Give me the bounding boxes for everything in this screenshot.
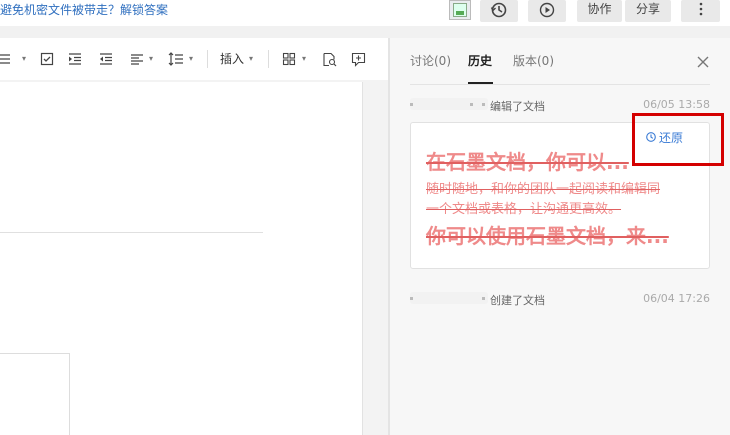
tabs-underline-rule [410, 84, 710, 85]
share-button[interactable]: 分享 [625, 0, 671, 22]
grid-icon [282, 52, 296, 66]
table-button[interactable]: ▾ [282, 50, 310, 68]
line-height-icon [168, 52, 183, 66]
entry-time: 06/04 17:26 [643, 292, 710, 305]
deleted-line: 随时随地，和你的团队一起阅读和编辑同 [426, 182, 661, 197]
history-button[interactable] [480, 0, 518, 22]
history-panel: 讨论(0) 历史 版本(0) 编辑了文档 06/05 13:58 还原 在石墨文… [390, 38, 730, 435]
top-bar: 如何避免机密文件被带走？解锁答案 协作 分享 [0, 0, 730, 26]
line-height-button[interactable]: ▾ [168, 50, 198, 68]
align-button[interactable]: ▾ [130, 50, 158, 68]
header-gap [0, 26, 730, 38]
deleted-line: 一个文档或表格，让沟通更高效。 [426, 202, 622, 217]
image-icon[interactable] [449, 0, 471, 20]
entry-action: 编辑了文档 [490, 100, 545, 113]
outdent-button[interactable] [99, 50, 115, 68]
panel-tabs: 讨论(0) 历史 版本(0) [390, 38, 730, 84]
entry-action: 创建了文档 [490, 294, 545, 307]
comment-icon [351, 52, 366, 67]
close-icon[interactable] [695, 54, 711, 70]
toolbar-divider [268, 50, 269, 68]
list-icon [0, 54, 10, 64]
promo-link[interactable]: 如何避免机密文件被带走？解锁答案 [0, 1, 168, 18]
user-name-redacted [410, 292, 488, 304]
play-icon [539, 2, 555, 18]
comment-button[interactable] [351, 50, 367, 68]
checklist-button[interactable] [40, 50, 56, 68]
document-page[interactable] [0, 82, 363, 435]
history-entry-edit: 编辑了文档 06/05 13:58 [410, 98, 710, 114]
editor-toolbar: ▾ ▾ ▾ 插入 ▾ ▾ [0, 38, 388, 80]
indent-icon [69, 53, 81, 65]
highlight-box [632, 113, 724, 166]
deleted-heading: 你可以使用石墨文档，来... [426, 224, 669, 248]
outdent-icon [100, 53, 112, 65]
insert-menu-button[interactable]: 插入 ▾ [220, 50, 260, 68]
tab-versions[interactable]: 版本(0) [513, 52, 554, 69]
tab-discussion[interactable]: 讨论(0) [410, 52, 451, 69]
align-left-icon [131, 54, 143, 65]
toolbar-divider [207, 50, 208, 68]
search-doc-icon [323, 52, 337, 67]
entry-time: 06/05 13:58 [643, 98, 710, 111]
more-vertical-icon [699, 2, 702, 16]
user-name-redacted [410, 98, 488, 110]
page-divider [0, 232, 263, 233]
indent-button[interactable] [68, 50, 84, 68]
history-entry-create: 创建了文档 06/04 17:26 [410, 292, 710, 308]
more-button[interactable] [681, 0, 720, 22]
unordered-list-button[interactable]: ▾ [0, 50, 28, 68]
find-button[interactable] [322, 50, 338, 68]
insert-label: 插入 [220, 52, 245, 66]
present-button[interactable] [528, 0, 566, 22]
collaborate-button[interactable]: 协作 [577, 0, 622, 22]
tab-history[interactable]: 历史 [468, 52, 492, 69]
embedded-block[interactable] [0, 353, 70, 435]
deleted-heading: 在石墨文档，你可以... [426, 150, 629, 174]
history-icon [490, 2, 507, 18]
checkbox-icon [40, 52, 54, 66]
